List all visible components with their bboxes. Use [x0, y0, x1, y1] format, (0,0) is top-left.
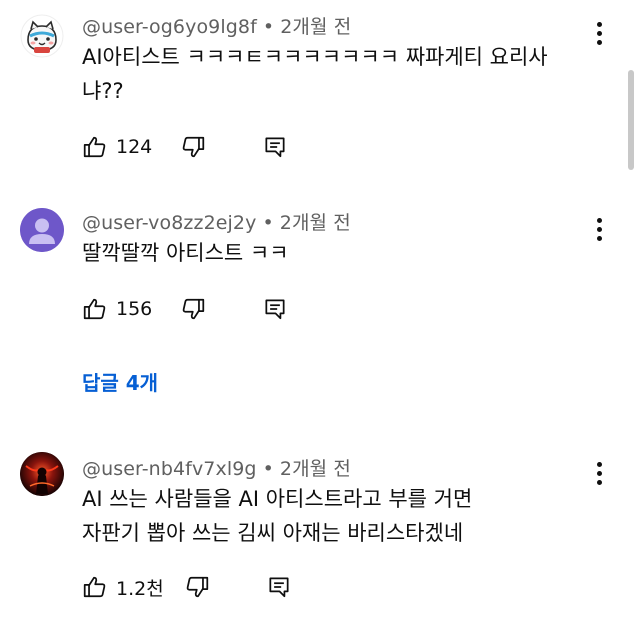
comment-text: 딸깍딸깍 아티스트 ㅋㅋ — [82, 236, 592, 270]
comment-meta: @user-og6yo9lg8f • 2개월 전 — [82, 12, 351, 39]
comment-text-line: 자판기 뽑아 쓰는 김씨 아재는 바리스타겠네 — [82, 521, 464, 545]
dislike-button[interactable] — [180, 134, 206, 160]
more-vert-icon[interactable] — [588, 214, 610, 244]
comment-actions: 1.2천 — [82, 572, 292, 602]
comment-text: AI 쓰는 사람들을 AI 아티스트라고 부를 거면 자판기 뽑아 쓰는 김씨 … — [82, 482, 592, 550]
thumbs-down-icon — [183, 136, 205, 158]
comment-text-line: 딸깍딸깍 아티스트 ㅋㅋ — [82, 241, 289, 265]
dot-separator: • — [262, 458, 274, 480]
reply-comment-icon — [265, 299, 285, 320]
thumbs-down-icon — [183, 298, 205, 320]
like-button[interactable]: 124 — [82, 134, 152, 160]
comment-meta: @user-nb4fv7xl9g • 2개월 전 — [82, 454, 351, 481]
more-vert-icon[interactable] — [588, 18, 610, 48]
comment-time[interactable]: 2개월 전 — [280, 212, 351, 234]
like-count: 1.2천 — [116, 577, 164, 600]
avatar-cat-icon[interactable] — [20, 14, 64, 58]
comment-text-line: AI아티스트 ㅋㅋㅋㅌㅋㅋㅋㅋㅋㅋㅋ 짜파게티 요리사 — [82, 45, 548, 69]
dot-separator: • — [262, 212, 274, 234]
reply-button[interactable] — [262, 296, 288, 322]
comment-actions: 156 — [82, 294, 288, 324]
scrollbar-thumb[interactable] — [628, 70, 634, 170]
like-button[interactable]: 1.2천 — [82, 574, 164, 601]
like-count: 124 — [116, 136, 153, 158]
avatar-dark-figure-icon[interactable] — [20, 452, 64, 496]
avatar-default-user-icon[interactable] — [20, 208, 64, 252]
reply-comment-icon — [269, 577, 289, 598]
reply-comment-icon — [265, 137, 285, 158]
like-count: 156 — [116, 298, 153, 320]
comment-text-line: 냐?? — [82, 79, 124, 103]
thumbs-up-icon — [83, 298, 106, 320]
reply-button[interactable] — [266, 574, 292, 600]
comment-time[interactable]: 2개월 전 — [280, 458, 351, 480]
thumbs-up-icon — [83, 136, 106, 158]
like-button[interactable]: 156 — [82, 296, 152, 322]
comment-meta: @user-vo8zz2ej2y • 2개월 전 — [82, 208, 351, 235]
author-name[interactable]: @user-nb4fv7xl9g — [82, 458, 257, 480]
comment-time[interactable]: 2개월 전 — [280, 16, 351, 38]
dislike-button[interactable] — [184, 574, 210, 600]
thumbs-down-icon — [186, 576, 208, 598]
author-name[interactable]: @user-og6yo9lg8f — [82, 16, 257, 38]
replies-toggle-button[interactable]: 답글 4개 — [82, 367, 158, 396]
comment-text-line: AI 쓰는 사람들을 AI 아티스트라고 부를 거면 — [82, 487, 473, 511]
author-name[interactable]: @user-vo8zz2ej2y — [82, 212, 256, 234]
dislike-button[interactable] — [180, 296, 206, 322]
thumbs-up-icon — [83, 576, 106, 598]
reply-button[interactable] — [262, 134, 288, 160]
more-vert-icon[interactable] — [588, 458, 610, 488]
comment-actions: 124 — [82, 132, 288, 162]
dot-separator: • — [262, 16, 275, 38]
comment-text: AI아티스트 ㅋㅋㅋㅌㅋㅋㅋㅋㅋㅋㅋ 짜파게티 요리사 냐?? — [82, 40, 592, 108]
